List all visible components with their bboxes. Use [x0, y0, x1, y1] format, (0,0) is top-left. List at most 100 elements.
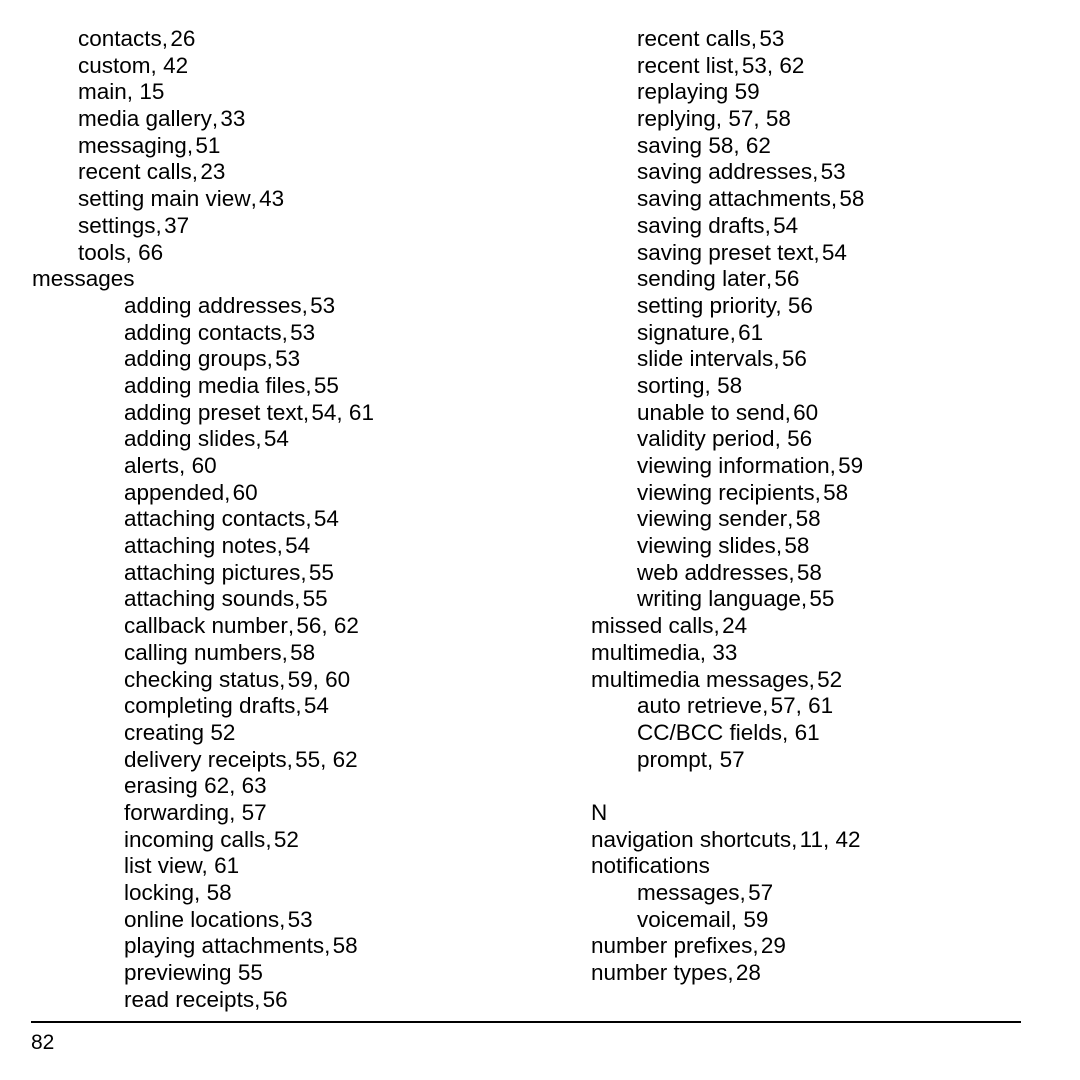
index-term: settings	[78, 212, 156, 238]
index-entry: prompt, 57	[545, 747, 1025, 774]
index-term: delivery receipts	[124, 746, 287, 772]
index-entry: alerts, 60	[32, 453, 502, 480]
index-term: multimedia messages	[591, 666, 809, 692]
index-entry: custom, 42	[32, 53, 502, 80]
index-entry: saving addresses, 53	[545, 159, 1025, 186]
index-entry: signature, 61	[545, 320, 1025, 347]
index-page-refs: 28	[735, 960, 761, 986]
index-page-refs: 58	[332, 933, 358, 959]
index-page-refs: 58	[784, 533, 810, 559]
index-entry: adding media files, 55	[32, 373, 502, 400]
index-entry: messaging, 51	[32, 133, 502, 160]
index-entry: incoming calls, 52	[32, 827, 502, 854]
index-spacer	[545, 773, 1025, 800]
index-entry: multimedia messages, 52	[545, 667, 1025, 694]
index-term: checking status	[124, 666, 280, 692]
index-term: writing language	[637, 586, 801, 612]
index-page: contacts, 26 custom, 42 main, 15 media gall…	[0, 0, 1080, 1080]
index-entry: appended, 60	[32, 480, 502, 507]
index-term: validity period	[637, 426, 775, 452]
index-term: tools	[78, 239, 126, 265]
index-separator: ,	[125, 239, 132, 265]
index-entry: media gallery, 33	[32, 106, 502, 133]
index-term: messages	[637, 880, 740, 905]
index-page-refs: 62, 63	[204, 773, 267, 799]
index-column-left: contacts, 26 custom, 42 main, 15 media gall…	[32, 26, 502, 1013]
index-term: saving preset text	[637, 239, 814, 265]
index-entry: unable to send, 60	[545, 400, 1025, 427]
index-term: main	[78, 79, 127, 105]
index-term: prompt	[637, 746, 708, 772]
index-entry: attaching contacts, 54	[32, 506, 502, 533]
index-page-refs: 58	[839, 186, 865, 212]
index-entry: settings, 37	[32, 213, 502, 240]
index-page-refs: 58	[796, 559, 822, 585]
index-term: online locations	[124, 906, 280, 932]
index-entry: adding preset text, 54, 61	[32, 400, 502, 427]
index-term: adding slides	[124, 426, 256, 452]
index-term: erasing	[124, 773, 198, 799]
index-term: setting main view	[78, 186, 251, 212]
index-page-refs: 66	[138, 239, 164, 265]
index-page-refs: 23	[200, 159, 226, 185]
index-page-refs: 53, 62	[741, 52, 805, 78]
index-page-refs: 55	[302, 586, 328, 612]
index-separator: ,	[704, 372, 711, 398]
index-page-refs: 52	[273, 826, 299, 852]
index-term: appended	[124, 479, 225, 505]
index-entry: validity period, 56	[545, 426, 1025, 453]
index-term: sorting	[637, 372, 705, 398]
index-entry: tools, 66	[32, 240, 502, 267]
index-term: viewing sender	[637, 506, 788, 532]
index-page-refs: 58	[795, 506, 821, 532]
index-page-refs: 54	[263, 426, 289, 452]
index-entry: missed calls, 24	[545, 613, 1025, 640]
index-term: adding media files	[124, 372, 306, 398]
index-entry: saving preset text, 54	[545, 240, 1025, 267]
index-term: sending later	[637, 266, 766, 292]
index-entry: setting priority, 56	[545, 293, 1025, 320]
index-page-refs: 57	[719, 746, 745, 772]
index-separator: ,	[775, 292, 782, 318]
index-entry: setting main view, 43	[32, 186, 502, 213]
index-page-refs: 55	[308, 559, 334, 585]
index-page-refs: 56	[774, 266, 800, 292]
index-page-refs: 33	[712, 639, 738, 665]
index-page-refs: 55	[809, 586, 835, 612]
index-term: unable to send	[637, 399, 785, 425]
index-page-refs: 56	[781, 346, 807, 372]
index-page-refs: 53	[310, 292, 336, 318]
index-page-refs: 56	[262, 986, 288, 1012]
index-term: signature	[637, 319, 730, 345]
index-page-refs: 56	[787, 292, 813, 318]
index-separator: ,	[774, 426, 781, 452]
index-entry: erasing 62, 63	[32, 773, 502, 800]
index-page-refs: 42	[163, 52, 189, 78]
index-page-refs: 54	[303, 693, 329, 719]
index-term: N	[591, 799, 608, 825]
index-entry: list view, 61	[32, 853, 502, 880]
index-term: previewing	[124, 960, 232, 986]
index-page-refs: 57, 58	[728, 106, 791, 132]
index-term: attaching notes	[124, 533, 277, 559]
index-entry: replaying 59	[545, 79, 1025, 106]
index-term: navigation shortcuts	[591, 826, 792, 852]
index-term: viewing information	[637, 453, 830, 478]
index-page-refs: 55	[313, 372, 339, 398]
index-term: completing drafts	[124, 693, 296, 719]
index-term: number prefixes	[591, 933, 753, 959]
index-term: messaging	[78, 132, 187, 158]
index-page-refs: 57	[241, 799, 267, 825]
index-page-refs: 61	[738, 319, 764, 345]
index-term: locking	[124, 880, 195, 905]
index-page-refs: 58, 62	[708, 132, 771, 158]
index-separator: ,	[150, 52, 157, 78]
index-term: attaching contacts	[124, 506, 306, 532]
index-entry: recent calls, 23	[32, 159, 502, 186]
index-page-refs: 58	[206, 880, 232, 905]
index-page-refs: 59	[743, 906, 769, 932]
page-number: 82	[31, 1031, 55, 1054]
index-term: messages	[32, 266, 135, 292]
index-page-refs: 58	[290, 639, 316, 665]
index-page-refs: 37	[164, 212, 190, 238]
